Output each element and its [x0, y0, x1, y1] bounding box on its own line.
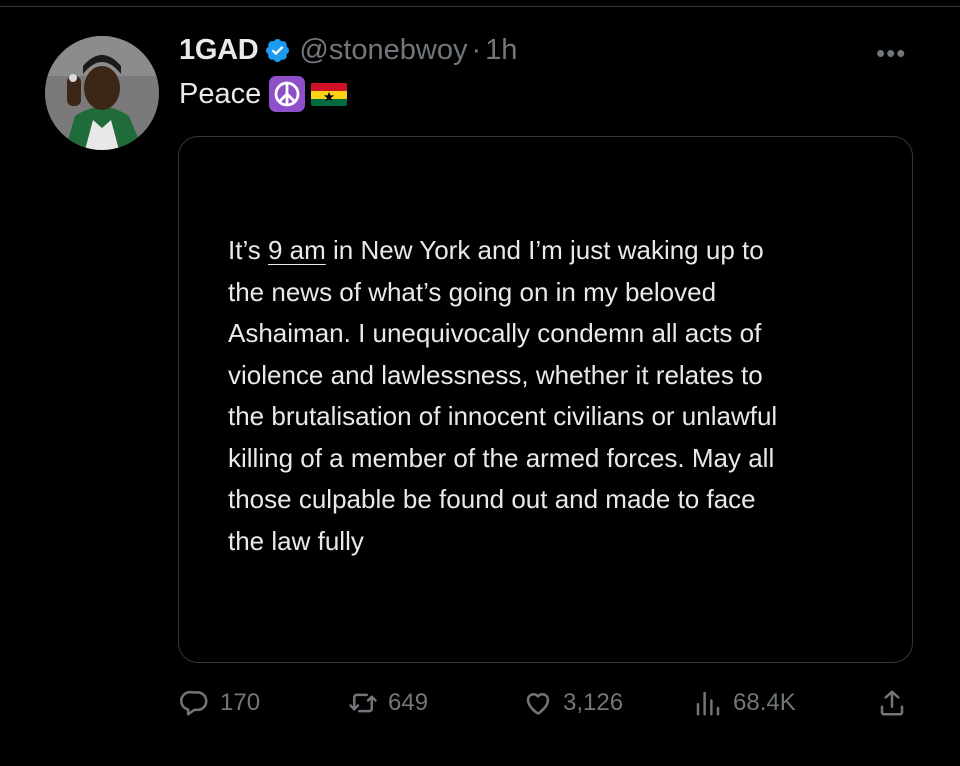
- top-divider: [0, 6, 960, 7]
- retweet-button[interactable]: 649: [348, 680, 428, 726]
- verified-badge-icon: [266, 38, 290, 62]
- card-line-1-start: It’s: [228, 235, 268, 265]
- reply-count: 170: [220, 689, 261, 716]
- tweet-text-content: Peace: [179, 77, 262, 110]
- card-underlined-time: 9 am: [267, 235, 326, 265]
- like-button[interactable]: 3,126: [523, 680, 623, 726]
- card-line-8: the law fully: [228, 525, 364, 556]
- heart-icon: [526, 693, 550, 715]
- avatar[interactable]: [45, 36, 159, 150]
- display-name[interactable]: 1GAD: [179, 34, 259, 67]
- separator-dot: ·: [471, 33, 482, 66]
- views-button[interactable]: 68.4K: [693, 680, 796, 726]
- peace-symbol-icon: [269, 76, 306, 112]
- card-line-1-end: in New York and I’m just waking up to: [325, 235, 764, 265]
- tweet-text: Peace: [179, 76, 348, 112]
- card-line-1: It’s 9 am in New York and I’m just wakin…: [228, 230, 888, 272]
- user-handle[interactable]: @stonebwoy: [299, 34, 467, 67]
- reply-icon: [180, 690, 208, 716]
- attached-text-content: It’s 9 am in New York and I’m just wakin…: [228, 230, 888, 562]
- views-chart-icon: [696, 691, 720, 716]
- card-line-6: killing of a member of the armed forces.…: [228, 442, 775, 473]
- share-icon: [880, 690, 904, 716]
- card-line-3: Ashaiman. I unequivocally condemn all ac…: [228, 318, 762, 348]
- tweet-actions: 170 649 3,126 68.4K: [0, 680, 960, 726]
- more-options-icon[interactable]: •••: [876, 38, 906, 69]
- reply-button[interactable]: 170: [180, 680, 260, 726]
- card-line-2: the news of what’s going on in my belove…: [228, 276, 717, 307]
- tweet-header: 1GAD @stonebwoy · 1h: [179, 34, 517, 66]
- card-line-7: those culpable be found out and made to …: [228, 484, 756, 514]
- retweet-icon: [349, 693, 377, 713]
- like-count: 3,126: [563, 689, 624, 716]
- views-count: 68.4K: [733, 689, 796, 716]
- share-button[interactable]: [877, 680, 917, 726]
- retweet-count: 649: [388, 689, 429, 716]
- card-line-5: the brutalisation of innocent civilians …: [228, 401, 778, 431]
- card-line-4: violence and lawlessness, whether it rel…: [228, 359, 763, 390]
- tweet-time[interactable]: 1h: [485, 34, 517, 67]
- avatar-photo: [45, 36, 159, 150]
- ghana-flag-icon: [311, 82, 348, 106]
